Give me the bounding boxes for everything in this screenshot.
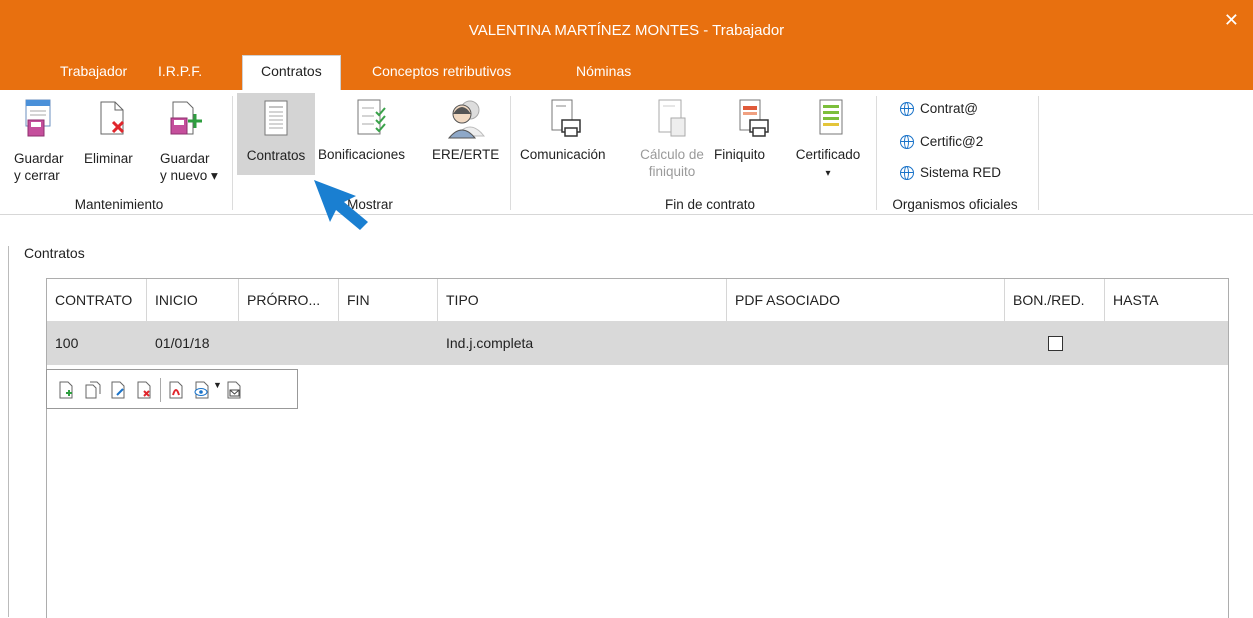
printer-document-icon [551,99,581,137]
save-close-icon [25,99,51,137]
ere-erte-button[interactable] [434,98,498,144]
cell-inicio: 01/01/18 [155,335,210,351]
guardar-nuevo-line2: y nuevo ▾ [160,168,218,183]
certifica2-link[interactable]: Certific@2 [900,134,983,149]
section-title: Contratos [24,245,85,261]
separator [232,96,233,210]
bonificaciones-button[interactable] [318,98,424,144]
guardar-nuevo-line1: Guardar [160,151,210,166]
column-header[interactable]: PRÓRRO... [239,279,339,321]
eliminar-button[interactable] [92,98,132,142]
bonus-checklist-icon [357,99,386,135]
guardar-nuevo-label: Guardar y nuevo ▾ [160,150,218,184]
contrata-label: Contrat@ [920,101,978,116]
bonificaciones-label: Bonificaciones [318,147,406,162]
certificado-button[interactable] [798,98,864,144]
close-icon[interactable]: ✕ [1224,10,1239,31]
column-header[interactable]: PDF ASOCIADO [727,279,1005,321]
ere-erte-label: ERE/ERTE [432,147,500,162]
delete-document-icon [100,101,125,135]
separator [876,96,877,210]
globe-icon [900,165,914,180]
guardar-cerrar-line2: y cerrar [14,168,60,183]
separator [510,96,511,210]
separator [1038,96,1039,210]
window-title: VALENTINA MARTÍNEZ MONTES - Trabajador [468,22,785,39]
new-document-icon[interactable] [57,381,75,399]
tab-conceptos-retributivos[interactable]: Conceptos retributivos [354,58,529,90]
certificado-label: Certificado ▾ [788,146,868,182]
guardar-cerrar-label: Guardar y cerrar [14,150,68,184]
contratos-button[interactable]: Contratos [237,93,315,175]
cell-tipo: Ind.j.completa [446,335,534,351]
contratos-label: Contratos [246,148,306,163]
group-organismos-label: Organismos oficiales [892,197,1018,212]
guardar-cerrar-button[interactable] [16,98,62,142]
contracts-table: CONTRATO INICIO PRÓRRO... FIN TIPO PDF A… [46,278,1229,618]
row-toolbar: ▼ [46,369,298,409]
cell-contrato: 100 [55,335,79,351]
column-header[interactable]: CONTRATO [47,279,147,321]
certifica2-label: Certific@2 [920,134,984,149]
cell-pdf [727,321,735,365]
cell-fin [339,321,347,365]
calculo-finiquito-button[interactable] [632,98,712,144]
guardar-nuevo-button[interactable] [160,98,210,142]
column-header[interactable]: TIPO [438,279,727,321]
tab-trabajador[interactable]: Trabajador [42,58,145,90]
certificate-icon [819,99,843,135]
group-fin-contrato-label: Fin de contrato [664,197,756,212]
frame-border [8,246,9,617]
delete-document-icon[interactable] [135,381,153,399]
cell-prorroga [239,321,247,365]
person-icon [447,100,486,139]
tab-irpf[interactable]: I.R.P.F. [140,58,220,90]
print-settlement-icon [739,99,769,137]
tab-contratos[interactable]: Contratos [242,55,341,92]
sistema-red-label: Sistema RED [920,165,1002,180]
view-dropdown-icon[interactable]: ▼ [213,380,222,390]
calculo-finiquito-label: Cálculo de finiquito [632,146,712,180]
globe-icon [900,134,914,149]
cell-hasta [1105,321,1113,365]
column-header[interactable]: INICIO [147,279,239,321]
column-header[interactable]: HASTA [1105,279,1228,321]
certificado-line1: Certificado [795,147,861,162]
calculo-line2: finiquito [648,164,696,179]
column-header[interactable]: FIN [339,279,438,321]
contrata-link[interactable]: Contrat@ [900,101,978,116]
table-row[interactable]: 100 01/01/18 Ind.j.completa [47,321,1228,365]
edit-document-icon[interactable] [109,381,127,399]
pdf-icon[interactable] [167,381,185,399]
eliminar-label: Eliminar [84,151,133,166]
group-mantenimiento-label: Mantenimiento [74,197,164,212]
copy-document-icon[interactable] [84,381,102,399]
email-document-icon[interactable] [225,381,243,399]
guardar-cerrar-line1: Guardar [14,151,64,166]
finiquito-button[interactable] [720,98,786,144]
tab-nominas[interactable]: Nóminas [558,58,649,90]
bon-red-checkbox[interactable] [1048,336,1063,351]
comunicacion-label: Comunicación [520,147,606,162]
calculator-document-icon [658,99,686,137]
contract-document-icon [264,100,288,136]
calculo-line1: Cálculo de [640,147,704,162]
sistema-red-link[interactable]: Sistema RED [900,165,1001,180]
globe-icon [900,101,914,116]
save-new-icon [170,101,202,135]
finiquito-label: Finiquito [714,147,766,162]
pointer-arrow-icon [314,180,368,230]
toolbar-separator [160,378,161,402]
title-bar: VALENTINA MARTÍNEZ MONTES - Trabajador ✕… [0,0,1253,92]
comunicacion-button[interactable] [540,98,590,144]
column-header[interactable]: BON./RED. [1005,279,1105,321]
view-pdf-icon[interactable] [193,381,211,399]
certificado-dropdown-icon[interactable]: ▾ [825,168,830,179]
